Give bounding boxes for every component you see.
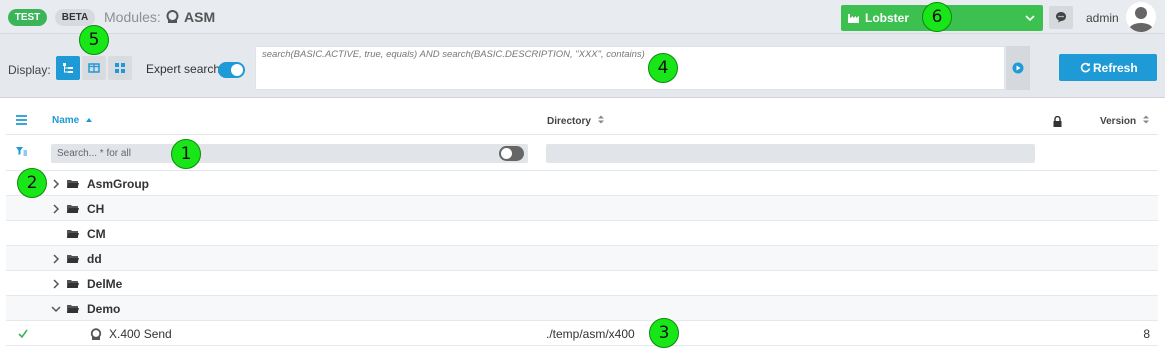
chevron-down-icon	[1025, 15, 1035, 22]
test-badge: TEST	[8, 9, 47, 26]
chat-icon	[1056, 12, 1066, 23]
row-label: Demo	[87, 302, 121, 316]
beta-badge: BETA	[55, 9, 95, 26]
expert-search-label: Expert search	[146, 62, 221, 76]
annotation-marker-3: 3	[649, 318, 679, 348]
folder-icon	[67, 180, 79, 188]
run-search-button[interactable]	[1006, 46, 1030, 90]
column-directory-label: Directory	[547, 116, 591, 127]
table-row[interactable]: Demo	[6, 296, 1158, 321]
display-mode-group	[56, 56, 133, 80]
chevron-right-icon[interactable]	[51, 279, 61, 289]
module-name[interactable]: ASM	[184, 9, 215, 25]
modules-label: Modules:	[104, 9, 161, 25]
annotation-marker-6: 6	[922, 2, 952, 32]
name-filter-input[interactable]	[51, 144, 528, 163]
factory-icon	[848, 14, 859, 23]
folder-icon	[67, 205, 79, 213]
toggle-knob	[231, 64, 243, 76]
asm-icon	[90, 328, 102, 340]
folder-icon	[67, 305, 79, 313]
table-row[interactable]: CM	[6, 221, 1158, 246]
row-label: dd	[87, 252, 102, 266]
split-view-icon	[88, 63, 100, 73]
refresh-icon	[1080, 62, 1091, 73]
directory-filter-input[interactable]	[546, 144, 1035, 163]
filter-icon[interactable]	[16, 147, 27, 156]
column-header-version[interactable]: Version	[1100, 115, 1149, 127]
play-icon	[1012, 62, 1024, 74]
grid-view-icon	[115, 63, 125, 73]
row-label: AsmGroup	[87, 177, 150, 191]
column-name-label: Name	[52, 115, 80, 126]
column-header-directory[interactable]: Directory	[547, 115, 604, 127]
expert-search-query: search(BASIC.ACTIVE, true, equals) AND s…	[262, 49, 645, 60]
sort-asc-icon	[86, 118, 93, 122]
chevron-right-icon[interactable]	[51, 204, 61, 214]
annotation-marker-5: 5	[79, 25, 109, 55]
lock-icon[interactable]	[1053, 116, 1062, 127]
annotation-marker-2: 2	[17, 168, 47, 198]
table-row[interactable]: dd	[6, 246, 1158, 271]
table-row[interactable]: X.400 Send ./temp/asm/x400 8	[6, 321, 1158, 346]
column-version-label: Version	[1100, 116, 1137, 127]
sort-icon	[1142, 115, 1149, 124]
chevron-right-icon[interactable]	[51, 254, 61, 264]
table-header: Name Directory Version	[6, 107, 1158, 135]
column-menu-icon[interactable]	[16, 115, 27, 125]
user-name[interactable]: admin	[1086, 11, 1119, 25]
toolbar: Display: Expert search search(BASIC.ACTI…	[0, 34, 1165, 98]
chat-button[interactable]	[1049, 6, 1073, 29]
table-row[interactable]: DelMe	[6, 271, 1158, 296]
active-check-icon	[18, 329, 28, 338]
annotation-marker-4: 4	[648, 53, 678, 83]
top-bar: TEST BETA Modules: ASM Lobster admin	[0, 0, 1165, 34]
row-label: CM	[87, 227, 106, 241]
expert-search-input[interactable]: search(BASIC.ACTIVE, true, equals) AND s…	[255, 46, 1005, 90]
tenant-label: Lobster	[865, 11, 910, 25]
tree-view-button[interactable]	[56, 56, 80, 80]
sort-icon	[597, 115, 604, 124]
folder-icon	[67, 280, 79, 288]
column-header-name[interactable]: Name	[52, 115, 93, 126]
user-avatar-icon	[1126, 2, 1156, 32]
row-label: CH	[87, 202, 105, 216]
row-directory: ./temp/asm/x400	[546, 327, 635, 341]
asm-module-icon	[166, 10, 179, 23]
refresh-label: Refresh	[1093, 61, 1138, 75]
row-label: DelMe	[87, 277, 123, 291]
annotation-marker-1: 1	[171, 139, 201, 169]
folder-icon	[67, 230, 79, 238]
avatar[interactable]	[1126, 2, 1156, 32]
toggle-knob	[501, 148, 512, 159]
chevron-down-icon[interactable]	[51, 304, 61, 314]
row-label: X.400 Send	[109, 327, 172, 341]
tree-view-icon	[63, 63, 73, 73]
row-version: 8	[1143, 327, 1150, 341]
name-filter-toggle[interactable]	[499, 146, 524, 161]
folder-icon	[67, 255, 79, 263]
display-label: Display:	[8, 63, 51, 77]
table-row[interactable]: CH	[6, 196, 1158, 221]
expert-search-toggle[interactable]	[218, 62, 245, 78]
chevron-right-icon[interactable]	[51, 179, 61, 189]
grid-view-button[interactable]	[108, 56, 132, 80]
split-view-button[interactable]	[82, 56, 106, 80]
table-row[interactable]: AsmGroup	[6, 171, 1158, 196]
refresh-button[interactable]: Refresh	[1059, 54, 1157, 81]
